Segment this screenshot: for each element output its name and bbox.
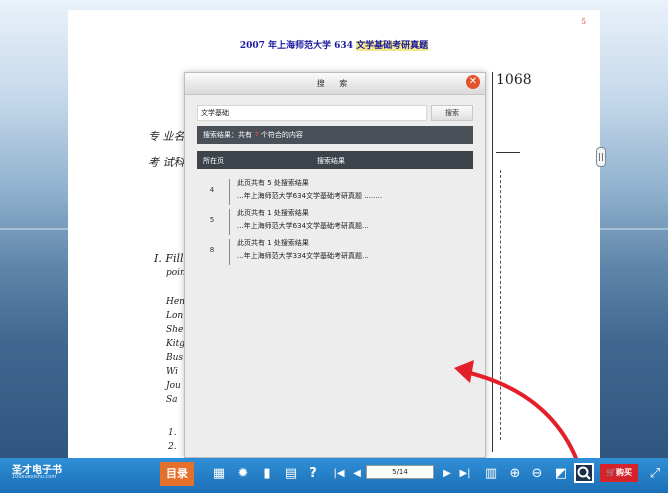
sidebar-toggle-button[interactable]: || bbox=[596, 147, 606, 167]
last-page-icon[interactable]: ▶| bbox=[456, 465, 474, 483]
scan-mark-line bbox=[496, 152, 520, 153]
result-count-text: 此页共有 1 处搜索结果 bbox=[237, 209, 309, 217]
result-snippet: ...年上海师范大学634文学基础考研真题... bbox=[237, 222, 369, 230]
handwriting-word-2: Lon bbox=[166, 311, 184, 321]
page-title: 2007 年上海师范大学 634 文学基础考研真题 bbox=[68, 38, 600, 51]
cart-icon: 🛒 bbox=[606, 468, 616, 477]
page-title-prefix: 2007 年上海师范大学 634 bbox=[239, 41, 357, 51]
search-button[interactable]: 搜索 bbox=[431, 105, 473, 121]
brand-url: 100xuexishu.com bbox=[12, 474, 57, 480]
result-separator bbox=[229, 239, 230, 265]
result-count-text: 此页共有 1 处搜索结果 bbox=[237, 239, 309, 247]
handwriting-word-7: Jou bbox=[166, 381, 181, 391]
search-toolbar-button[interactable] bbox=[574, 463, 594, 483]
result-page: 5 bbox=[209, 216, 215, 224]
first-page-icon[interactable]: |◀ bbox=[330, 465, 348, 483]
result-snippet: ...年上海师范大学634文学基础考研真题 ........ bbox=[237, 192, 383, 200]
double-page-icon[interactable]: ▥ bbox=[482, 465, 500, 483]
handwriting-item-2: 2. bbox=[168, 442, 177, 452]
page-title-highlight: 文学基础考研真题 bbox=[356, 41, 429, 51]
handwriting-word-6: Wi bbox=[166, 367, 178, 377]
note-icon[interactable]: ▤ bbox=[282, 465, 300, 483]
next-page-icon[interactable]: ▶ bbox=[438, 465, 456, 483]
search-dialog: 搜 索 ✕ 搜索 搜索结果：共有 7 个符合的内容 所在页 搜索结果 4 此页共… bbox=[184, 72, 486, 458]
result-row[interactable]: 5 此页共有 1 处搜索结果 ...年上海师范大学634文学基础考研真题... bbox=[197, 207, 473, 237]
result-row[interactable]: 8 此页共有 1 处搜索结果 ...年上海师范大学334文学基础考研真题... bbox=[197, 237, 473, 267]
page-number: 5 bbox=[581, 18, 586, 26]
scan-code: 1068 bbox=[496, 72, 532, 88]
results-header: 所在页 搜索结果 bbox=[197, 151, 473, 169]
summary-suffix: 个符合的内容 bbox=[258, 131, 303, 139]
fullscreen-toggle-icon[interactable]: ◩ bbox=[552, 465, 570, 483]
column-page: 所在页 bbox=[203, 157, 224, 165]
zoom-in-icon[interactable]: ⊕ bbox=[506, 465, 524, 483]
search-icon bbox=[577, 466, 591, 480]
handwriting-word-8: Sa bbox=[166, 395, 178, 405]
handwriting-item-1: 1. bbox=[168, 428, 177, 438]
handwriting-word-1: Hen bbox=[166, 297, 185, 307]
search-input[interactable] bbox=[197, 105, 427, 121]
buy-label: 购买 bbox=[615, 468, 632, 477]
expand-icon[interactable]: ⤢ bbox=[646, 465, 664, 483]
handwriting-word-3: She bbox=[166, 325, 184, 335]
handwriting-fill: I. Fill bbox=[154, 252, 184, 265]
handwriting-exam: 考 试科 bbox=[148, 156, 185, 169]
result-snippet: ...年上海师范大学334文学基础考研真题... bbox=[237, 252, 369, 260]
prev-page-icon[interactable]: ◀ bbox=[348, 465, 366, 483]
settings-icon[interactable]: ✹ bbox=[234, 465, 252, 483]
handwriting-word-4: Kitg bbox=[166, 339, 185, 349]
result-separator bbox=[229, 209, 230, 235]
result-separator bbox=[229, 179, 230, 205]
thumbnails-icon[interactable]: ▦ bbox=[210, 465, 228, 483]
summary-prefix: 搜索结果：共有 bbox=[203, 131, 255, 139]
dialog-header: 搜 索 ✕ bbox=[185, 73, 485, 95]
page-indicator-input[interactable]: 5/14 bbox=[366, 465, 434, 479]
result-count-text: 此页共有 5 处搜索结果 bbox=[237, 179, 309, 187]
handwriting-point: poin bbox=[166, 268, 186, 278]
toc-button[interactable]: 目录 bbox=[160, 462, 194, 486]
bottom-toolbar: 圣才电子书 100xuexishu.com 目录 ▦ ✹ ▮ ▤ ? |◀ ◀ … bbox=[0, 458, 668, 493]
handwriting-major: 专 业名 bbox=[148, 130, 185, 143]
handwriting-word-5: Bus bbox=[166, 353, 184, 363]
column-result: 搜索结果 bbox=[317, 157, 345, 165]
help-icon[interactable]: ? bbox=[304, 465, 322, 483]
bookmark-icon[interactable]: ▮ bbox=[258, 465, 276, 483]
scan-dashed-line bbox=[500, 170, 501, 440]
search-summary: 搜索结果：共有 7 个符合的内容 bbox=[197, 126, 473, 144]
close-icon[interactable]: ✕ bbox=[466, 75, 480, 89]
scan-border-line bbox=[492, 72, 493, 452]
zoom-out-icon[interactable]: ⊖ bbox=[528, 465, 546, 483]
result-page: 8 bbox=[209, 246, 215, 254]
result-row[interactable]: 4 此页共有 5 处搜索结果 ...年上海师范大学634文学基础考研真题 ...… bbox=[197, 177, 473, 207]
result-page: 4 bbox=[209, 186, 215, 194]
dialog-title: 搜 索 bbox=[316, 79, 354, 88]
buy-button[interactable]: 🛒购买 bbox=[600, 464, 638, 482]
